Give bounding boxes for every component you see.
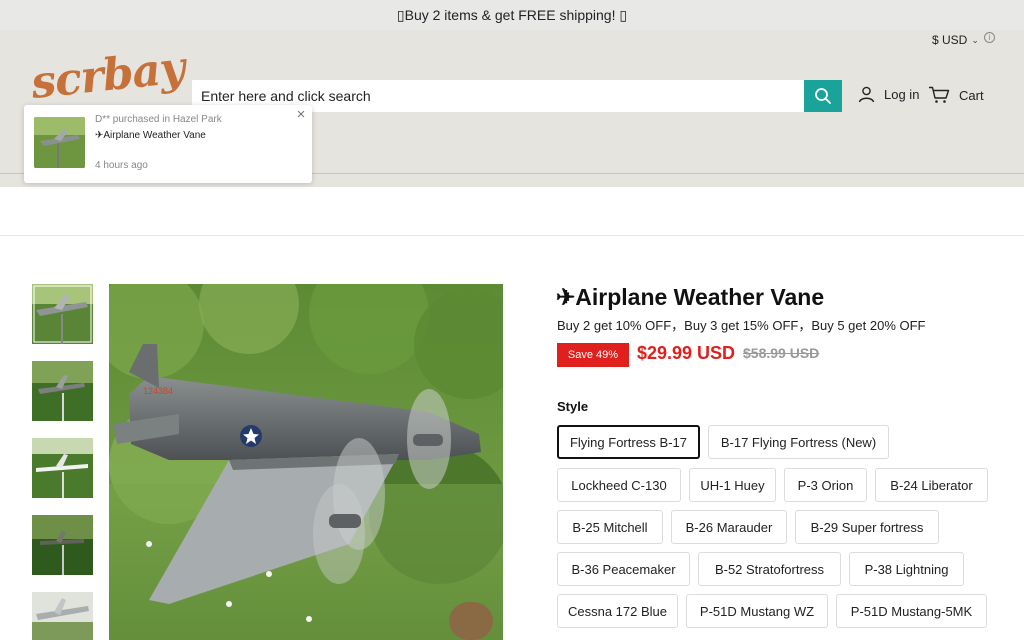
close-icon[interactable]: × [294, 107, 308, 122]
chevron-down-icon: ⌄ [971, 34, 979, 45]
product-thumbnail[interactable] [32, 284, 93, 344]
login-label: Log in [884, 87, 920, 102]
user-icon [858, 86, 875, 103]
style-option-b24[interactable]: B-24 Liberator [875, 468, 988, 502]
style-option-cessna[interactable]: Cessna 172 Blue [557, 594, 678, 628]
cart-label: Cart [959, 87, 984, 103]
style-option-uh1[interactable]: UH-1 Huey [689, 468, 776, 502]
style-option-b26[interactable]: B-26 Marauder [671, 510, 787, 544]
section-divider [0, 235, 1024, 236]
sale-price: $29.99 USD [637, 343, 736, 363]
style-option-b17[interactable]: Flying Fortress B-17 [557, 425, 700, 459]
product-main-image[interactable]: 124384 [109, 284, 503, 640]
style-option-p51d-wz[interactable]: P-51D Mustang WZ [686, 594, 828, 628]
save-badge: Save 49% [557, 343, 629, 367]
cart-icon [929, 86, 950, 103]
product-title: ✈Airplane Weather Vane [556, 284, 825, 310]
announcement-text: ▯Buy 2 items & get FREE shipping! ▯ [396, 6, 628, 23]
style-option-b17-new[interactable]: B-17 Flying Fortress (New) [708, 425, 889, 459]
announcement-bar: ▯Buy 2 items & get FREE shipping! ▯ [0, 0, 1024, 30]
compare-price: $58.99 USD [743, 345, 820, 361]
popup-time: 4 hours ago [95, 160, 148, 171]
search-icon [815, 88, 831, 104]
recent-purchase-popup[interactable]: D** purchased in Hazel Park ✈Airplane We… [24, 105, 312, 183]
style-option-b52[interactable]: B-52 Stratofortress [698, 552, 841, 586]
popup-product-image [34, 117, 85, 168]
style-option-c130[interactable]: Lockheed C-130 [557, 468, 681, 502]
style-option-b36[interactable]: B-36 Peacemaker [557, 552, 690, 586]
info-icon[interactable]: i [984, 32, 995, 43]
style-option-p3[interactable]: P-3 Orion [784, 468, 867, 502]
style-option-p38[interactable]: P-38 Lightning [849, 552, 964, 586]
style-option-b25[interactable]: B-25 Mitchell [557, 510, 663, 544]
search-button[interactable] [804, 80, 842, 112]
product-thumbnail[interactable] [32, 592, 93, 640]
style-option-b29[interactable]: B-29 Super fortress [795, 510, 939, 544]
popup-purchaser: D** purchased in Hazel Park [95, 114, 222, 125]
popup-product-name[interactable]: ✈Airplane Weather Vane [95, 130, 206, 141]
style-label: Style [557, 399, 589, 414]
aircraft-marking: 124384 [143, 386, 173, 396]
login-link[interactable]: Log in [858, 86, 919, 103]
promo-text: Buy 2 get 10% OFF，Buy 3 get 15% OFF，Buy … [557, 318, 926, 333]
currency-label: $ USD [932, 33, 968, 47]
currency-selector[interactable]: $ USD ⌄ [932, 33, 979, 47]
product-thumbnail[interactable] [32, 361, 93, 421]
style-option-p51d-5mk[interactable]: P-51D Mustang-5MK [836, 594, 987, 628]
product-thumbnail[interactable] [32, 438, 93, 498]
product-thumbnail[interactable] [32, 515, 93, 575]
cart-link[interactable]: Cart [928, 86, 984, 104]
